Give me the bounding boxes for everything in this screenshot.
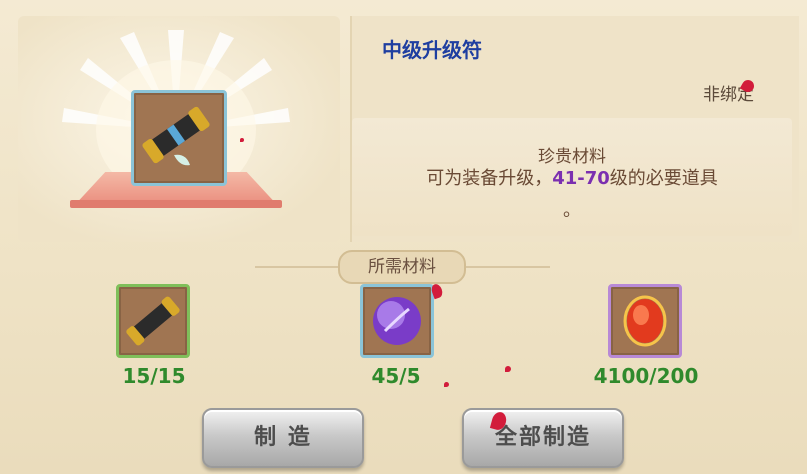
main-item-slot[interactable] (131, 90, 227, 186)
divider-left (255, 266, 340, 268)
item-pedestal-base (70, 200, 282, 208)
divider-right (460, 266, 550, 268)
description-tail: 。 (563, 200, 581, 221)
level-range: 41-70 (552, 168, 610, 189)
material-count-scroll: 15/15 (122, 364, 186, 388)
item-name: 中级升级符 (382, 38, 482, 62)
material-count-gem: 4100/200 (593, 364, 699, 388)
purple-orb-icon (373, 297, 421, 345)
material-slot-scroll[interactable] (116, 284, 190, 358)
scroll-icon (126, 296, 180, 346)
petal-decoration (444, 382, 449, 387)
upgrade-scroll-icon (142, 106, 210, 166)
description-suffix: 级的必要道具 (609, 168, 718, 189)
material-slot-gem[interactable] (608, 284, 682, 358)
red-gem-icon (623, 295, 667, 347)
materials-section-title: 所需材料 (338, 250, 466, 284)
material-count-orb: 45/5 (371, 364, 421, 388)
craft-button[interactable]: 制 造 (202, 408, 364, 468)
craft-all-button[interactable]: 全部制造 (462, 408, 624, 468)
material-slot-orb[interactable] (360, 284, 434, 358)
item-description: 可为装备升级，41-70级的必要道具 (352, 164, 792, 190)
petal-decoration (240, 138, 244, 142)
petal-decoration (505, 366, 511, 372)
description-prefix: 可为装备升级， (426, 168, 553, 189)
